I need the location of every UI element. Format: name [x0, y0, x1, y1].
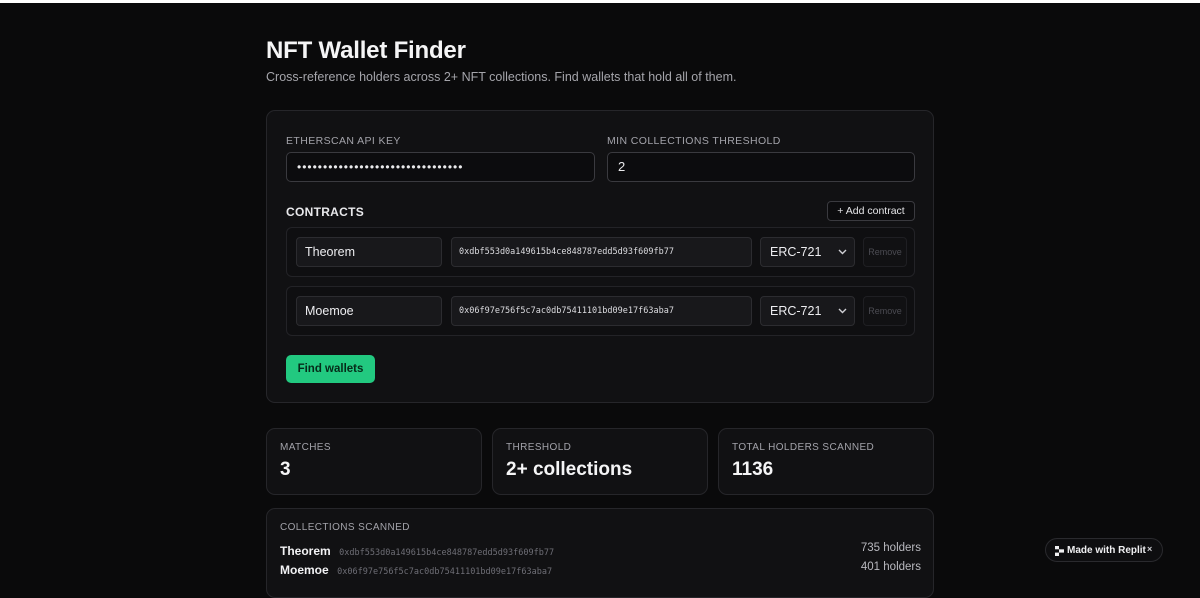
top-border — [0, 0, 1200, 3]
collections-title: COLLECTIONS SCANNED — [280, 522, 410, 533]
add-contract-button[interactable]: + Add contract — [827, 201, 915, 221]
remove-contract-button[interactable]: Remove — [863, 296, 907, 326]
page-title: NFT Wallet Finder — [266, 37, 466, 64]
remove-contract-button[interactable]: Remove — [863, 237, 907, 267]
contract-type-value: ERC-721 — [770, 245, 822, 259]
collections-scanned-card: COLLECTIONS SCANNED Theorem 0xdbf553d0a1… — [266, 508, 934, 598]
stat-card-threshold: THRESHOLD 2+ collections — [492, 428, 708, 495]
stat-label: MATCHES — [280, 442, 331, 453]
stat-card-total-holders: TOTAL HOLDERS SCANNED 1136 — [718, 428, 934, 495]
api-key-label: ETHERSCAN API KEY — [286, 135, 401, 147]
collection-address: 0xdbf553d0a149615b4ce848787edd5d93f609fb… — [339, 548, 555, 558]
contract-address-input[interactable]: 0xdbf553d0a149615b4ce848787edd5d93f609fb… — [451, 237, 752, 267]
stat-value: 3 — [280, 459, 291, 480]
contract-name-input[interactable]: Theorem — [296, 237, 442, 267]
collection-holders: 401 holders — [860, 561, 921, 573]
collection-address: 0x06f97e756f5c7ac0db75411101bd09e17f63ab… — [337, 567, 553, 577]
find-wallets-button[interactable]: Find wallets — [286, 355, 375, 383]
contract-row: Theorem 0xdbf553d0a149615b4ce848787edd5d… — [286, 227, 915, 277]
list-item: Theorem 0xdbf553d0a149615b4ce848787edd5d… — [280, 542, 921, 558]
threshold-input[interactable]: 2 — [607, 152, 915, 182]
stat-label: TOTAL HOLDERS SCANNED — [732, 442, 875, 453]
page-subtitle: Cross-reference holders across 2+ NFT co… — [266, 70, 737, 84]
chevron-down-icon — [838, 238, 847, 278]
stat-value: 1136 — [732, 459, 774, 480]
collection-holders: 735 holders — [860, 542, 921, 554]
threshold-label: MIN COLLECTIONS THRESHOLD — [607, 135, 781, 147]
badge-label: Made with Replit — [1067, 545, 1146, 556]
close-icon[interactable]: × — [1147, 544, 1152, 554]
replit-logo-icon — [1055, 546, 1064, 556]
stat-value: 2+ collections — [506, 459, 633, 480]
api-key-input[interactable]: •••••••••••••••••••••••••••••••• — [286, 152, 595, 182]
made-with-replit-badge[interactable]: Made with Replit × — [1045, 538, 1163, 562]
contracts-label: CONTRACTS — [286, 205, 365, 219]
search-form-card: ETHERSCAN API KEY ••••••••••••••••••••••… — [266, 110, 934, 403]
contract-type-select[interactable]: ERC-721 — [760, 296, 855, 326]
contract-type-value: ERC-721 — [770, 304, 822, 318]
contract-type-select[interactable]: ERC-721 — [760, 237, 855, 267]
chevron-down-icon — [838, 297, 847, 337]
stat-card-matches: MATCHES 3 — [266, 428, 482, 495]
collection-name: Theorem — [280, 544, 331, 558]
contract-address-input[interactable]: 0x06f97e756f5c7ac0db75411101bd09e17f63ab… — [451, 296, 752, 326]
stat-label: THRESHOLD — [506, 442, 572, 453]
contract-row: Moemoe 0x06f97e756f5c7ac0db75411101bd09e… — [286, 286, 915, 336]
contract-name-input[interactable]: Moemoe — [296, 296, 442, 326]
